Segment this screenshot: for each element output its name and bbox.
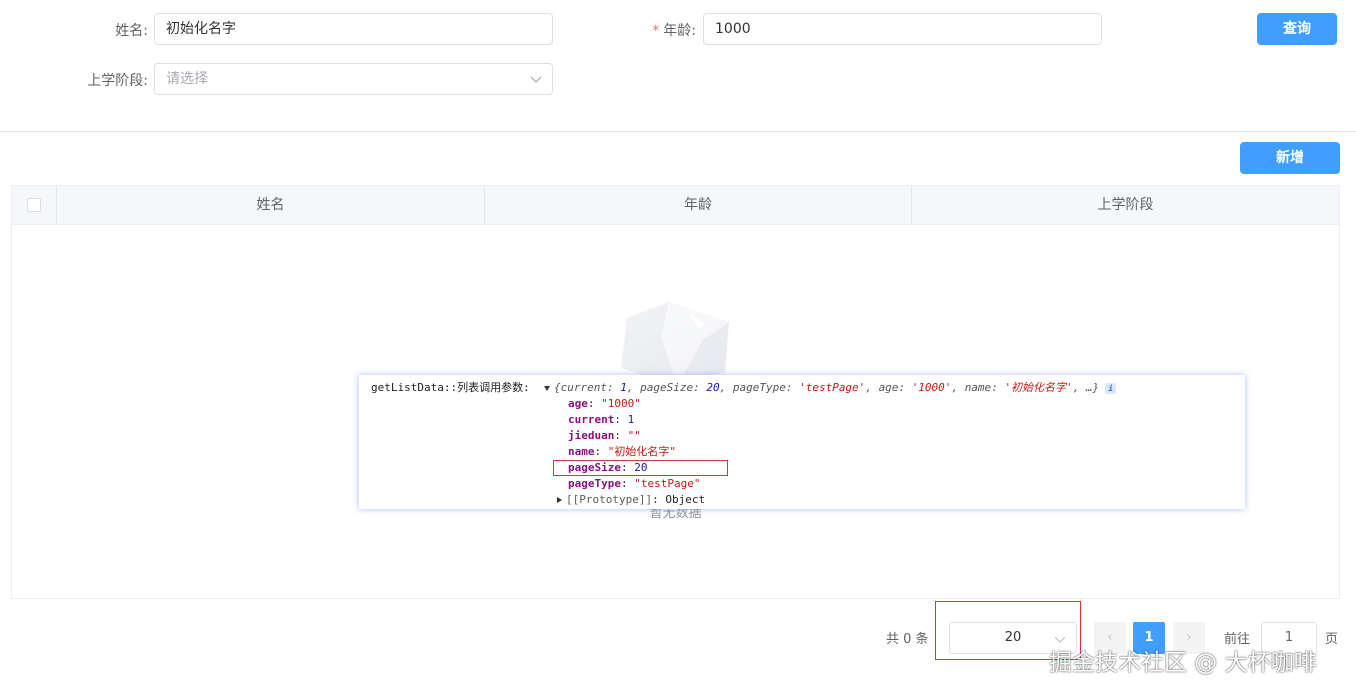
console-prop: name: "初始化名字" xyxy=(568,445,676,458)
console-prop: pageType: "testPage" xyxy=(568,477,701,490)
pagination-total: 共 0 条 xyxy=(886,632,929,647)
summary-value: '1000' xyxy=(911,381,952,394)
summary-prefix: { xyxy=(554,381,561,394)
stage-select[interactable]: 请选择 xyxy=(154,63,553,95)
pagesize-highlight-box xyxy=(553,460,728,476)
summary-value: 'testPage' xyxy=(799,381,866,394)
prop-value: "1000" xyxy=(601,397,641,410)
summary-key: pageType xyxy=(732,381,786,394)
prop-key: name xyxy=(568,445,595,458)
prop-value: 1 xyxy=(627,413,635,426)
age-input[interactable]: 1000 xyxy=(703,13,1102,45)
table-header: 姓名 年龄 上学阶段 xyxy=(12,186,1339,225)
prop-key: jieduan xyxy=(568,429,615,442)
empty-box-icon xyxy=(621,302,729,386)
column-header-age[interactable]: 年龄 xyxy=(485,186,912,225)
info-icon[interactable]: i xyxy=(1105,383,1117,394)
prop-value: "" xyxy=(627,429,641,442)
required-mark: * xyxy=(652,23,660,39)
age-label: * 年龄: xyxy=(630,20,696,40)
watermark-text: 掘金技术社区 @ 大杯咖啡 xyxy=(1049,650,1317,676)
console-log-label: getListData::列表调用参数: xyxy=(371,381,530,394)
console-prop: age: "1000" xyxy=(568,397,641,410)
summary-key: age xyxy=(878,381,899,394)
console-prop: jieduan: "" xyxy=(568,429,641,442)
summary-value: '初始化名字' xyxy=(1004,381,1073,394)
summary-key: pageSize xyxy=(640,381,694,394)
prop-key: age xyxy=(568,397,588,410)
expand-triangle-icon[interactable] xyxy=(557,497,562,503)
chevron-down-icon xyxy=(530,76,542,83)
console-prop: current: 1 xyxy=(568,413,635,426)
object-summary[interactable]: {current: 1, pageSize: 20, pageType: 'te… xyxy=(544,380,1117,396)
name-label: 姓名: xyxy=(115,23,148,39)
prop-value: "初始化名字" xyxy=(607,445,676,458)
expand-triangle-icon[interactable] xyxy=(544,385,550,391)
select-all-checkbox[interactable] xyxy=(27,198,41,212)
summary-key: name xyxy=(964,381,992,394)
column-header-name[interactable]: 姓名 xyxy=(57,186,485,225)
name-input[interactable]: 初始化名字 xyxy=(154,13,553,45)
column-header-stage[interactable]: 上学阶段 xyxy=(912,186,1339,225)
summary-value: 20 xyxy=(706,381,720,394)
select-all-cell xyxy=(12,186,57,225)
prop-value: "testPage" xyxy=(634,477,701,490)
console-log-panel: getListData::列表调用参数: {current: 1, pageSi… xyxy=(359,375,1245,509)
age-label-text: 年龄: xyxy=(663,23,696,39)
summary-value: 1 xyxy=(620,381,627,394)
prototype-key: [[Prototype]] xyxy=(566,493,653,506)
console-prototype[interactable]: [[Prototype]]: Object xyxy=(557,492,705,508)
prototype-value: Object xyxy=(665,493,706,506)
summary-key: current xyxy=(560,381,607,394)
stage-label: 上学阶段: xyxy=(87,73,148,89)
prop-key: pageType xyxy=(568,477,621,490)
summary-suffix: , …} xyxy=(1072,381,1100,394)
section-divider xyxy=(0,131,1356,132)
stage-select-placeholder: 请选择 xyxy=(166,71,208,87)
query-button[interactable]: 查询 xyxy=(1257,13,1337,45)
page-unit-label: 页 xyxy=(1325,632,1339,647)
add-button[interactable]: 新增 xyxy=(1240,142,1340,174)
prop-key: current xyxy=(568,413,615,426)
